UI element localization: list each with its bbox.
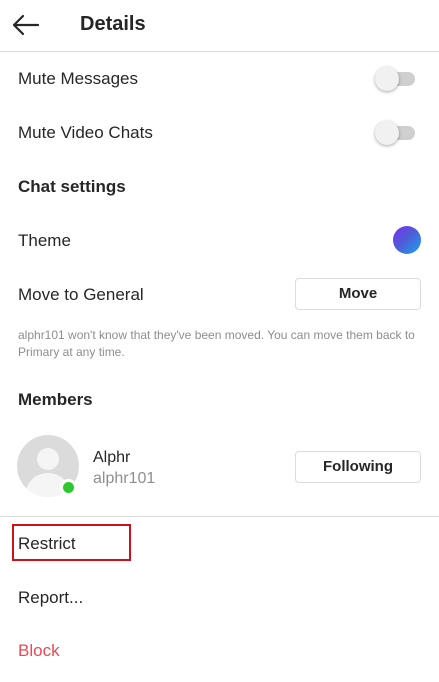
mute-messages-label: Mute Messages [18,69,138,88]
move-button[interactable]: Move [295,278,421,310]
theme-color-swatch[interactable] [393,226,421,254]
move-info-text: alphr101 won't know that they've been mo… [18,328,415,359]
back-button[interactable] [10,10,44,40]
mute-messages-toggle[interactable] [375,66,417,92]
member-username: alphr101 [93,470,156,487]
mute-video-chats-row: Mute Video Chats [0,106,439,160]
members-heading: Members [18,390,93,409]
mute-video-chats-label: Mute Video Chats [18,123,153,142]
online-status-badge [60,479,77,496]
arrow-left-icon [12,14,40,36]
theme-label: Theme [18,231,71,250]
header-bar: Details [0,0,439,52]
mute-video-chats-toggle[interactable] [375,120,417,146]
report-action[interactable]: Report... [18,588,83,608]
divider [0,516,439,517]
member-name[interactable]: Alphr [93,449,130,467]
move-to-general-label: Move to General [18,285,144,304]
page-title: Details [80,13,146,35]
restrict-action[interactable]: Restrict [18,534,76,554]
mute-messages-row: Mute Messages [0,52,439,106]
block-action[interactable]: Block [18,641,60,661]
following-button[interactable]: Following [295,451,421,483]
toggle-knob [375,121,399,145]
chat-settings-heading: Chat settings [18,177,126,196]
toggle-knob [375,67,399,91]
avatar-head-shape [37,448,59,470]
